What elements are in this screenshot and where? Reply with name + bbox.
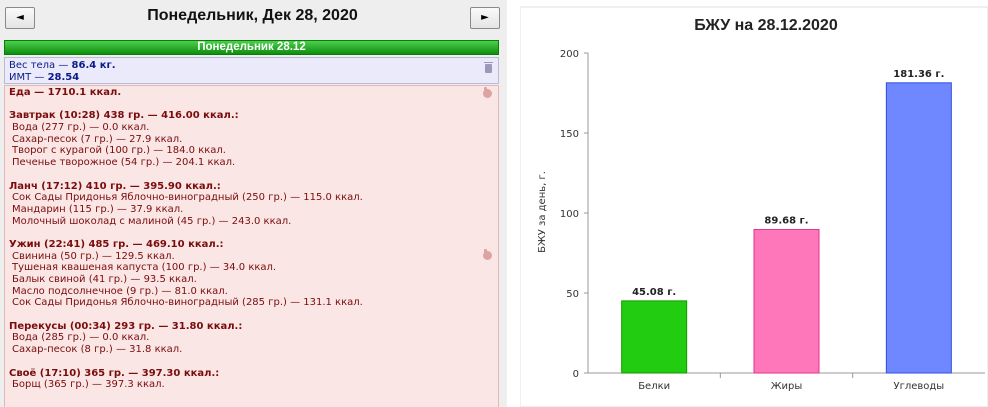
- meal-item[interactable]: Тушеная квашеная капуста (100 гр.) — 34.…: [9, 262, 498, 274]
- hand-icon[interactable]: [483, 87, 492, 98]
- meal-item[interactable]: Сок Сады Придонья Яблочно-виноградный (2…: [9, 192, 498, 204]
- y-tick-label: 150: [560, 129, 579, 140]
- meal-item[interactable]: Молочный шоколад с малиной (45 гр.) — 24…: [9, 216, 498, 228]
- meal-header[interactable]: Ланч (17:12) 410 гр. — 395.90 ккал.:: [9, 181, 498, 193]
- previous-day-button[interactable]: ◄: [5, 7, 35, 29]
- food-log: Еда — 1710.1 ккал. Завтрак (10:28) 438 г…: [4, 85, 499, 407]
- meal-item[interactable]: Творог с курагой (100 гр.) — 184.0 ккал.: [9, 145, 498, 157]
- arrow-right-icon: ►: [481, 12, 489, 23]
- meal-item[interactable]: Масло подсолнечное (9 гр.) — 81.0 ккал.: [9, 286, 498, 298]
- y-axis-label: БЖУ за день, г.: [537, 171, 548, 253]
- meal-header[interactable]: Ужин (22:41) 485 гр. — 469.10 ккал.:: [9, 239, 498, 251]
- meal-header[interactable]: Своё (17:10) 365 гр. — 397.30 ккал.:: [9, 368, 498, 380]
- bar[interactable]: [885, 82, 952, 374]
- bar-data-label: 181.36 г.: [893, 69, 944, 80]
- meal-item[interactable]: Вода (285 гр.) — 0.0 ккал.: [9, 332, 498, 344]
- x-tick-label: Углеводы: [893, 381, 944, 392]
- bar[interactable]: [621, 300, 688, 374]
- hand-icon[interactable]: [483, 249, 492, 260]
- day-header-bar: Понедельник 28.12: [4, 40, 499, 55]
- chart-svg: БЖУ на 28.12.2020 БЖУ за день, г. 0 50 100…: [520, 6, 988, 407]
- day-title: Понедельник, Дек 28, 2020: [147, 7, 358, 24]
- x-tick-label: Белки: [638, 381, 670, 392]
- delete-icon[interactable]: [484, 62, 493, 73]
- meal-item[interactable]: Печенье творожное (54 гр.) — 204.1 ккал.: [9, 157, 498, 169]
- meal-item[interactable]: Сахар-песок (7 гр.) — 27.9 ккал.: [9, 134, 498, 146]
- weight-value: 86.4 кг.: [71, 60, 116, 71]
- food-list: Еда — 1710.1 ккал. Завтрак (10:28) 438 г…: [9, 87, 498, 391]
- meal-item[interactable]: Свинина (50 гр.) — 129.5 ккал.: [9, 251, 498, 263]
- food-total: Еда — 1710.1 ккал.: [9, 87, 122, 98]
- weight-row: Вес тела — 86.4 кг.: [9, 60, 498, 72]
- x-tick-label: Жиры: [771, 381, 803, 392]
- meal-item[interactable]: Сахар-песок (8 гр.) — 31.8 ккал.: [9, 344, 498, 356]
- meal-header[interactable]: Завтрак (10:28) 438 гр. — 416.00 ккал.:: [9, 110, 498, 122]
- y-tick-label: 50: [566, 289, 579, 300]
- meal-item[interactable]: Мандарин (115 гр.) — 37.9 ккал.: [9, 204, 498, 216]
- next-day-button[interactable]: ►: [470, 7, 500, 29]
- body-stats: Вес тела — 86.4 кг. ИМТ — 28.54: [4, 57, 499, 84]
- arrow-left-icon: ◄: [16, 12, 24, 23]
- meal-item[interactable]: Сок Сады Придонья Яблочно-виноградный (2…: [9, 297, 498, 309]
- bmi-row: ИМТ — 28.54: [9, 72, 498, 84]
- day-navigation: ◄ Понедельник, Дек 28, 2020 ►: [0, 0, 507, 38]
- meal-item[interactable]: Балык свиной (41 гр.) — 93.5 ккал.: [9, 274, 498, 286]
- meal-item[interactable]: Вода (277 гр.) — 0.0 ккал.: [9, 122, 498, 134]
- meal-item[interactable]: Борщ (365 гр.) — 397.3 ккал.: [9, 379, 498, 391]
- y-tick-label: 100: [560, 209, 579, 220]
- weight-label: Вес тела —: [9, 60, 72, 71]
- day-panel: ◄ Понедельник, Дек 28, 2020 ► Понедельни…: [0, 0, 507, 407]
- bar-data-label: 89.68 г.: [764, 216, 808, 227]
- bar-data-label: 45.08 г.: [632, 287, 676, 298]
- bmi-value: 28.54: [47, 71, 80, 83]
- macros-chart: БЖУ на 28.12.2020 БЖУ за день, г. 0 50 100…: [520, 0, 988, 407]
- y-tick-label: 200: [560, 49, 579, 60]
- bmi-label: ИМТ —: [9, 71, 48, 83]
- bar[interactable]: [753, 229, 820, 374]
- y-tick-label: 0: [573, 369, 579, 380]
- meal-header[interactable]: Перекусы (00:34) 293 гр. — 31.80 ккал.:: [9, 321, 498, 333]
- chart-title: БЖУ на 28.12.2020: [694, 17, 838, 34]
